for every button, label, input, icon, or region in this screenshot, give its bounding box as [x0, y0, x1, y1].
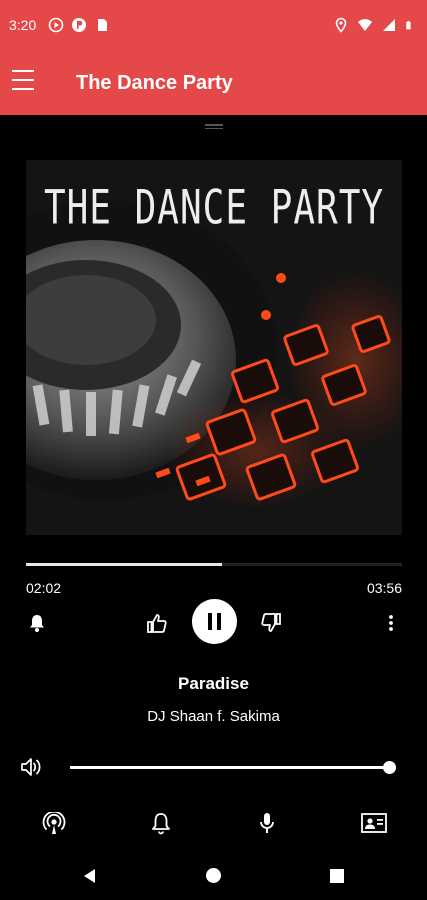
pause-button[interactable] [192, 599, 237, 644]
sim-card-icon [98, 19, 107, 31]
album-art-title: THE DANCE PARTY [43, 181, 385, 236]
app-bar: The Dance Party [0, 50, 427, 115]
app-title: The Dance Party [76, 72, 233, 94]
total-time: 03:56 [366, 580, 402, 596]
drag-handle[interactable] [205, 124, 223, 130]
status-bar: 3:20 [0, 0, 427, 50]
progress-fill [26, 563, 222, 566]
volume-slider-thumb[interactable] [383, 761, 396, 774]
elapsed-time: 02:02 [26, 580, 62, 596]
volume-slider[interactable] [70, 766, 390, 769]
podcast-icon[interactable] [41, 812, 67, 836]
progress-bar[interactable] [26, 563, 402, 566]
wifi-icon [358, 19, 372, 31]
album-art: THE DANCE PARTY [26, 160, 402, 535]
thumbs-up-icon[interactable] [146, 612, 168, 634]
signal-icon [383, 19, 395, 31]
hamburger-menu-icon[interactable] [12, 68, 36, 96]
system-nav-bar [0, 852, 427, 900]
status-right-icons [333, 17, 415, 33]
microphone-icon[interactable] [258, 811, 276, 836]
bell-icon[interactable] [151, 812, 171, 835]
back-icon[interactable] [81, 867, 97, 885]
recents-icon[interactable] [329, 868, 345, 884]
thumbs-down-icon[interactable] [260, 612, 282, 634]
alarm-bell-icon[interactable] [28, 613, 46, 633]
contact-card-icon[interactable] [360, 812, 388, 834]
home-icon[interactable] [205, 867, 222, 884]
track-title: Paradise [178, 674, 249, 693]
status-left-icons [48, 17, 110, 33]
more-options-icon[interactable] [386, 613, 396, 633]
location-icon [335, 17, 347, 33]
status-time: 3:20 [9, 17, 37, 33]
p-icon [72, 18, 86, 32]
volume-icon[interactable] [20, 756, 44, 778]
play-circle-icon [48, 17, 64, 33]
battery-icon [406, 20, 411, 30]
track-artist: DJ Shaan f. Sakima [147, 708, 280, 725]
